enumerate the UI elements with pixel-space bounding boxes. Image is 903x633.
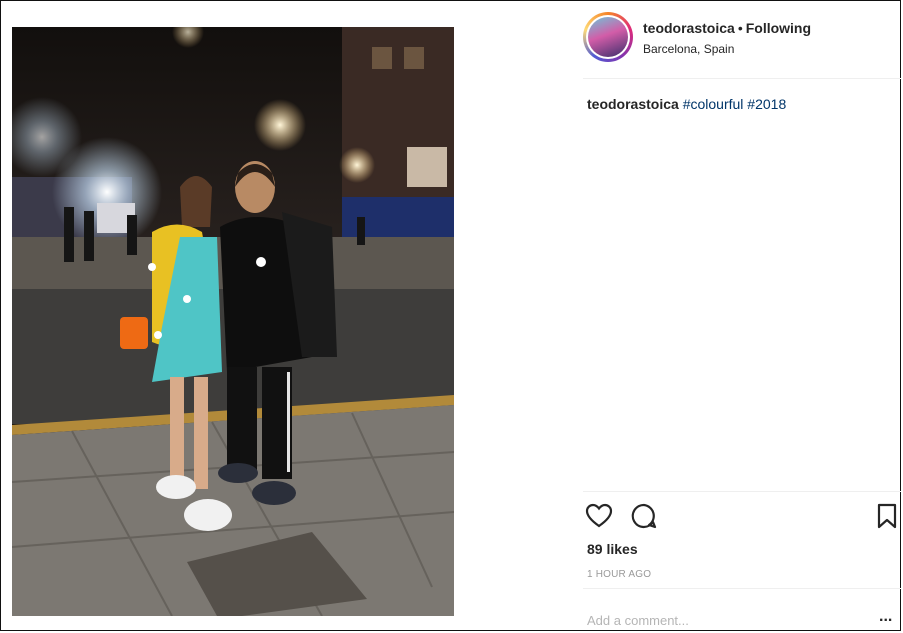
- following-button[interactable]: Following: [746, 20, 811, 36]
- more-options-icon[interactable]: ...: [879, 608, 892, 626]
- location-link[interactable]: Barcelona, Spain: [643, 42, 811, 56]
- post-header: teodorastoica • Following Barcelona, Spain: [583, 12, 901, 64]
- header-text: teodorastoica • Following Barcelona, Spain: [643, 20, 811, 56]
- divider: [583, 588, 901, 589]
- post-photo[interactable]: [12, 27, 454, 616]
- post-details-panel: teodorastoica • Following Barcelona, Spain…: [575, 0, 901, 631]
- avatar[interactable]: [583, 12, 633, 62]
- caption: teodorastoica #colourful #2018: [587, 96, 786, 112]
- divider: [583, 78, 901, 79]
- comment-input[interactable]: [587, 610, 847, 630]
- caption-username-link[interactable]: teodorastoica: [587, 96, 679, 112]
- avatar-image-frame: [586, 15, 630, 59]
- hashtag-link-2018[interactable]: #2018: [747, 96, 786, 112]
- action-bar: [583, 500, 901, 534]
- avatar-image: [588, 17, 628, 57]
- username-link[interactable]: teodorastoica: [643, 20, 735, 36]
- heart-icon[interactable]: [585, 502, 613, 530]
- header-separator: •: [737, 20, 743, 36]
- post-timestamp[interactable]: 1 HOUR AGO: [587, 569, 651, 580]
- hashtag-link-colourful[interactable]: #colourful: [683, 96, 744, 112]
- divider: [583, 491, 901, 492]
- likes-count[interactable]: 89 likes: [587, 541, 638, 557]
- comment-bubble-icon[interactable]: [630, 502, 658, 530]
- bookmark-icon[interactable]: [873, 502, 901, 530]
- post-photo-image: [12, 27, 454, 616]
